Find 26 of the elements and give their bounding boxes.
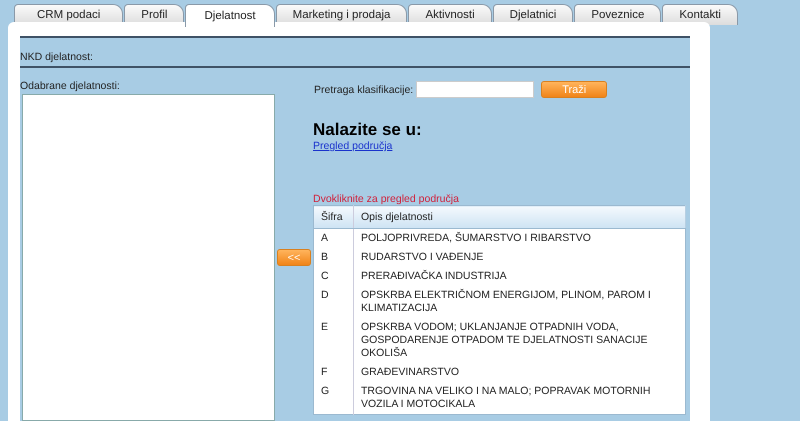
- section-title: NKD djelatnost:: [20, 38, 690, 68]
- breadcrumb-link[interactable]: Pregled područja: [313, 140, 392, 152]
- description-cell: OPSKRBA ELEKTRIČNOM ENERGIJOM, PLINOM, PAROM I KLIMATIZACIJA: [354, 286, 686, 318]
- code-cell: C: [314, 267, 354, 286]
- code-cell: A: [314, 228, 354, 248]
- tab[interactable]: Kontakti: [662, 4, 738, 25]
- search-field[interactable]: [416, 81, 534, 98]
- code-cell: D: [314, 286, 354, 318]
- description-cell: OPSKRBA VODOM; UKLANJANJE OTPADNIH VODA, GOSPODARENJE OTPADOM TE DJELATNOSTI SANACIJE OKOLIŠA: [354, 318, 686, 363]
- column-header: Opis djelatnosti: [354, 206, 686, 228]
- hint-text: Dvokliknite za pregled područja: [313, 193, 460, 205]
- code-cell: G: [314, 382, 354, 414]
- column-header: Šifra: [314, 206, 354, 228]
- description-cell: GRAĐEVINARSTVO: [354, 363, 686, 382]
- code-cell: F: [314, 363, 354, 382]
- code-cell: E: [314, 318, 354, 363]
- description-cell: PRERAĐIVAČKA INDUSTRIJA: [354, 267, 686, 286]
- description-cell: TRGOVINA NA VELIKO I NA MALO; POPRAVAK MOTORNIH VOZILA I MOTOCIKALA: [354, 382, 686, 414]
- location-heading: Nalazite se u:: [313, 120, 423, 140]
- list-label: Odabrane djelatnosti:: [20, 80, 121, 92]
- description-cell: RUDARSTVO I VAĐENJE: [354, 248, 686, 267]
- selected-list-box[interactable]: [22, 94, 275, 421]
- search-label: Pretraga klasifikacije:: [314, 84, 414, 96]
- code-cell: B: [314, 248, 354, 267]
- tab[interactable]: Djelatnost: [185, 4, 275, 27]
- description-cell: POLJOPRIVREDA, ŠUMARSTVO I RIBARSTVO: [354, 228, 686, 248]
